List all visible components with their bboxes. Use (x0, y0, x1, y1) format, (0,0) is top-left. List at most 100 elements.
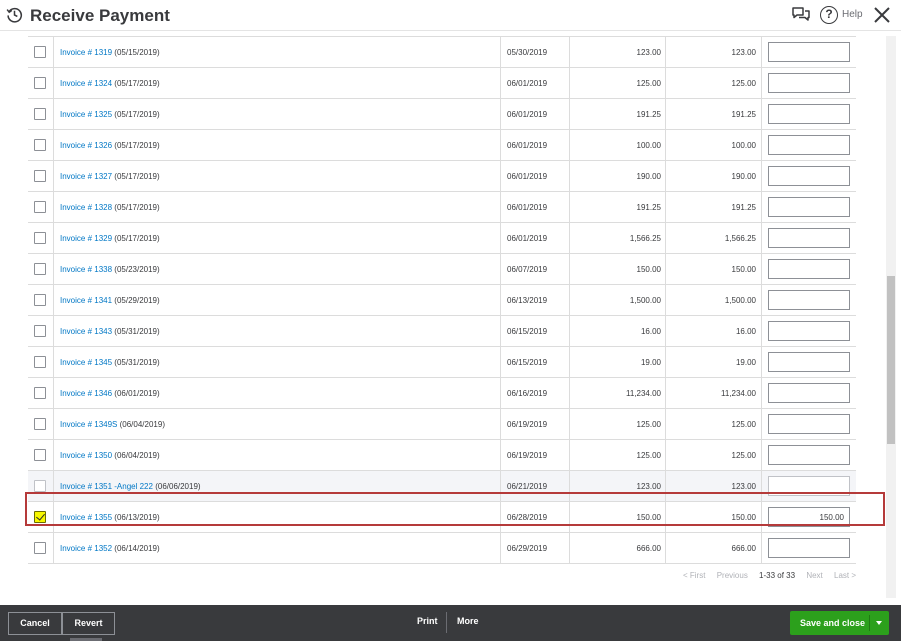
invoice-date: (05/23/2019) (114, 265, 160, 274)
payment-input[interactable] (768, 290, 850, 310)
history-icon[interactable] (6, 6, 23, 23)
payment-input[interactable] (768, 73, 850, 93)
invoice-link[interactable]: Invoice # 1324 (60, 79, 112, 88)
checkbox-icon[interactable] (34, 480, 46, 492)
print-button[interactable]: Print (417, 616, 438, 626)
invoice-link[interactable]: Invoice # 1346 (60, 389, 112, 398)
column-divider (761, 285, 762, 315)
column-divider (569, 440, 570, 470)
more-button[interactable]: More (457, 616, 479, 626)
column-divider (569, 37, 570, 67)
checkbox-icon[interactable] (34, 325, 46, 337)
invoice-link[interactable]: Invoice # 1345 (60, 358, 112, 367)
payment-input[interactable] (768, 166, 850, 186)
payment-input[interactable] (768, 104, 850, 124)
invoice-date: (06/04/2019) (119, 420, 165, 429)
pager-next[interactable]: Next (806, 571, 822, 580)
invoice-description: Invoice # 1326 (05/17/2019) (60, 141, 500, 150)
invoice-date: (05/29/2019) (114, 296, 160, 305)
invoice-date: (05/17/2019) (114, 141, 160, 150)
payment-input[interactable] (768, 42, 850, 62)
payment-input[interactable] (768, 352, 850, 372)
checkbox-icon[interactable] (34, 418, 46, 430)
cancel-button[interactable]: Cancel (8, 612, 62, 635)
checkbox-icon[interactable] (34, 263, 46, 275)
scrollbar-thumb[interactable] (887, 276, 895, 444)
invoice-link[interactable]: Invoice # 1319 (60, 48, 112, 57)
invoice-link[interactable]: Invoice # 1327 (60, 172, 112, 181)
save-and-close-button[interactable]: Save and close (790, 611, 889, 635)
checkbox-cell (28, 533, 54, 563)
checkbox-icon[interactable] (34, 139, 46, 151)
checkbox-icon[interactable] (34, 449, 46, 461)
invoice-link[interactable]: Invoice # 1352 (60, 544, 112, 553)
column-divider (761, 130, 762, 160)
invoice-link[interactable]: Invoice # 1343 (60, 327, 112, 336)
due-date: 06/16/2019 (507, 389, 548, 398)
checkbox-icon[interactable] (34, 46, 46, 58)
checkbox-icon[interactable] (34, 77, 46, 89)
payment-input[interactable] (768, 197, 850, 217)
invoice-date: (05/17/2019) (114, 110, 160, 119)
checkbox-cell (28, 161, 54, 191)
payment-input[interactable] (768, 228, 850, 248)
column-divider (500, 409, 501, 439)
invoice-link[interactable]: Invoice # 1350 (60, 451, 112, 460)
open-balance: 11,234.00 (721, 389, 756, 398)
checkbox-icon[interactable] (34, 294, 46, 306)
payment-input[interactable] (768, 321, 850, 341)
column-divider (500, 192, 501, 222)
payment-input[interactable] (768, 445, 850, 465)
original-amount: 125.00 (636, 420, 661, 429)
invoice-description: Invoice # 1341 (05/29/2019) (60, 296, 500, 305)
checkbox-cell (28, 68, 54, 98)
open-balance: 191.25 (731, 110, 756, 119)
open-balance: 666.00 (731, 544, 756, 553)
invoice-link[interactable]: Invoice # 1329 (60, 234, 112, 243)
scrollbar[interactable] (886, 36, 896, 598)
invoice-link[interactable]: Invoice # 1326 (60, 141, 112, 150)
invoice-description: Invoice # 1346 (06/01/2019) (60, 389, 500, 398)
caret-down-icon[interactable] (876, 621, 882, 625)
open-balance: 100.00 (731, 141, 756, 150)
original-amount: 191.25 (636, 110, 661, 119)
payment-input[interactable] (768, 259, 850, 279)
outstanding-transactions-table: Invoice # 1319 (05/15/2019) 05/30/2019 123… (28, 36, 856, 564)
checkbox-icon[interactable] (34, 232, 46, 244)
invoice-link[interactable]: Invoice # 1338 (60, 265, 112, 274)
invoice-link[interactable]: Invoice # 1325 (60, 110, 112, 119)
invoice-link[interactable]: Invoice # 1349S (60, 420, 117, 429)
open-balance: 123.00 (731, 48, 756, 57)
checkbox-icon[interactable] (34, 542, 46, 554)
payment-input[interactable] (768, 414, 850, 434)
payment-input[interactable] (768, 383, 850, 403)
checkbox-icon[interactable] (34, 201, 46, 213)
pager-last[interactable]: Last > (834, 571, 856, 580)
checkbox-icon[interactable] (34, 108, 46, 120)
help-icon[interactable]: ? (820, 6, 838, 24)
pager-previous[interactable]: Previous (717, 571, 748, 580)
payment-input[interactable] (768, 135, 850, 155)
help-link[interactable]: Help (842, 9, 863, 20)
pager-first[interactable]: < First (683, 571, 705, 580)
table-row: Invoice # 1325 (05/17/2019) 06/01/2019 191… (28, 99, 856, 130)
checkbox-icon[interactable] (34, 356, 46, 368)
close-icon[interactable] (872, 5, 892, 25)
table-row: Invoice # 1352 (06/14/2019) 06/29/2019 666… (28, 533, 856, 564)
column-divider (761, 161, 762, 191)
payment-input[interactable] (768, 538, 850, 558)
checkbox-icon[interactable] (34, 170, 46, 182)
revert-button[interactable]: Revert (62, 612, 115, 635)
invoice-date: (06/14/2019) (114, 544, 160, 553)
column-divider (500, 347, 501, 377)
invoice-link[interactable]: Invoice # 1328 (60, 203, 112, 212)
dialog-footer: Cancel Revert Print More Save and close (0, 605, 901, 641)
checkbox-icon[interactable] (34, 387, 46, 399)
invoice-link[interactable]: Invoice # 1351 -Angel 222 (60, 482, 153, 491)
feedback-icon[interactable] (791, 5, 811, 25)
original-amount: 123.00 (636, 482, 661, 491)
invoice-date: (06/01/2019) (114, 389, 160, 398)
original-amount: 666.00 (636, 544, 661, 553)
invoice-link[interactable]: Invoice # 1341 (60, 296, 112, 305)
table-row: Invoice # 1350 (06/04/2019) 06/19/2019 125… (28, 440, 856, 471)
